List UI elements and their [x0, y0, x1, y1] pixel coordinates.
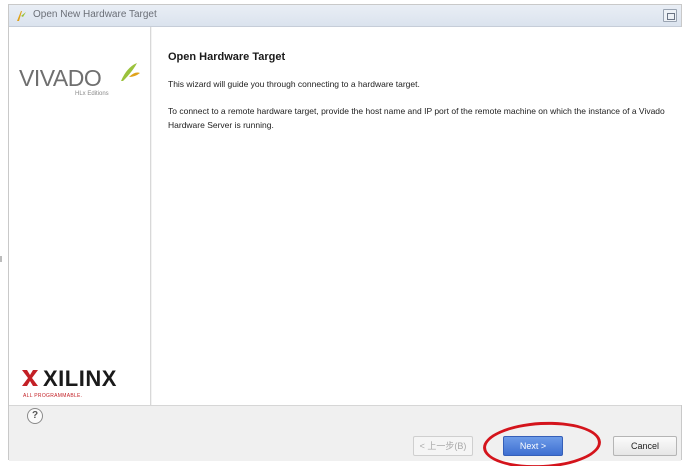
- wizard-content: Open Hardware Target This wizard will gu…: [152, 27, 682, 405]
- cancel-button[interactable]: Cancel: [613, 436, 677, 456]
- xilinx-mark-icon: [22, 370, 38, 386]
- instructions-text: To connect to a remote hardware target, …: [168, 106, 665, 130]
- wizard-window: Open New Hardware Target VIVADO HLx Edit…: [8, 4, 682, 466]
- wizard-sidebar: VIVADO HLx Editions XILINX ALL PROGRAMMA…: [9, 27, 151, 405]
- xilinx-logo-text: XILINX: [43, 366, 117, 391]
- vivado-app-icon: [17, 11, 26, 21]
- back-button[interactable]: < 上一步(B): [413, 436, 473, 456]
- wizard-footer: ? < 上一步(B) Next > Cancel: [9, 405, 681, 466]
- xilinx-logo-subtitle: ALL PROGRAMMABLE.: [23, 393, 83, 399]
- maximize-button[interactable]: [663, 9, 677, 22]
- window-title: Open New Hardware Target: [33, 9, 157, 20]
- intro-text: This wizard will guide you through conne…: [168, 79, 420, 89]
- page-title: Open Hardware Target: [168, 51, 286, 63]
- vivado-leaf-icon: [121, 63, 140, 81]
- vivado-logo: VIVADO HLx Editions: [19, 61, 140, 105]
- next-button[interactable]: Next >: [503, 436, 563, 456]
- xilinx-logo: XILINX ALL PROGRAMMABLE.: [21, 366, 141, 401]
- vivado-logo-text: VIVADO: [19, 65, 102, 91]
- edge-marker: [0, 256, 2, 262]
- vivado-logo-subtitle: HLx Editions: [75, 91, 109, 97]
- title-bar[interactable]: Open New Hardware Target: [9, 5, 681, 27]
- help-button[interactable]: ?: [27, 408, 43, 424]
